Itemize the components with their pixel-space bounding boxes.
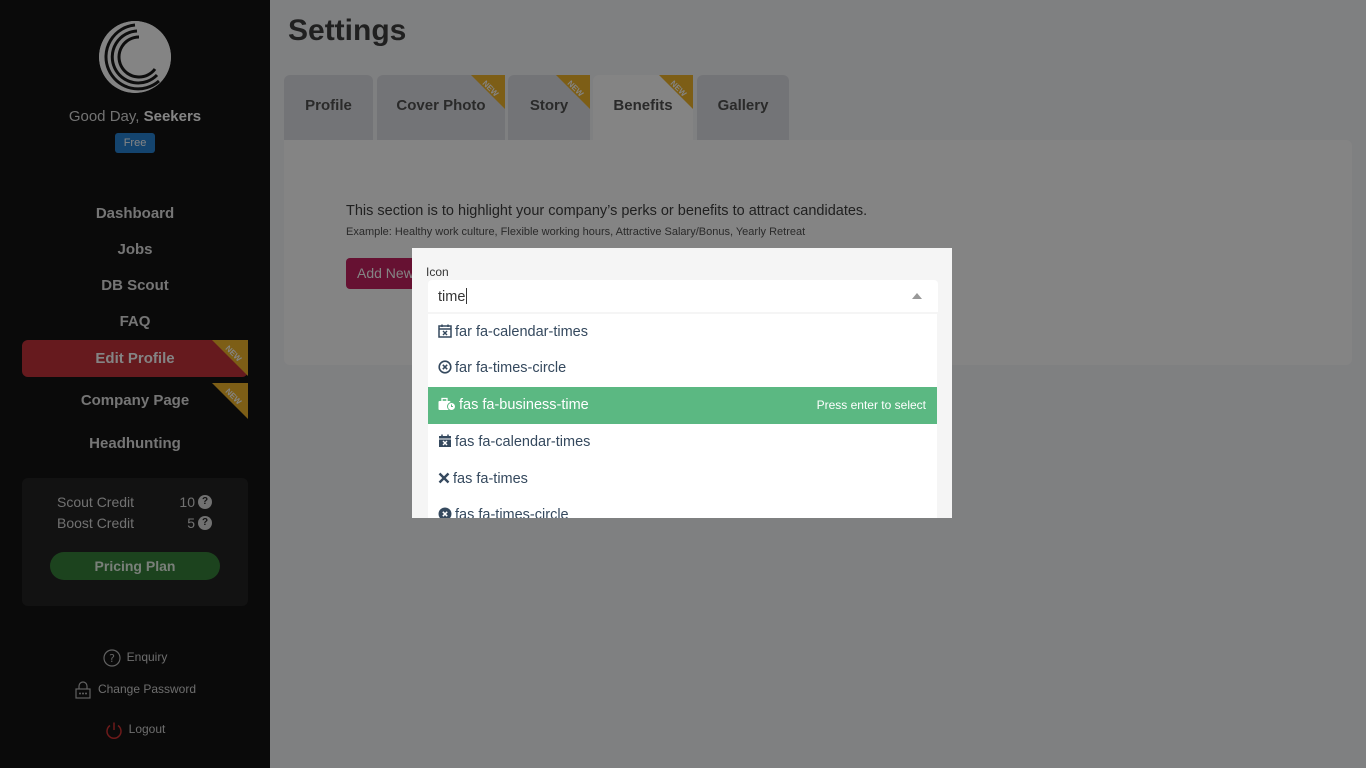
option-label: fas fa-calendar-times (455, 434, 591, 450)
icon-select-modal: Icon time far fa-calendar-times far fa-t… (412, 248, 952, 518)
option-far-calendar-times[interactable]: far fa-calendar-times (428, 314, 937, 351)
icon-search-text: time (438, 289, 466, 305)
option-fas-times-circle[interactable]: fas fa-times-circle (428, 497, 937, 518)
text-caret (466, 288, 468, 304)
option-label: fas fa-times-circle (455, 507, 569, 518)
times-circle-solid-icon (438, 507, 452, 518)
option-label: far fa-calendar-times (455, 324, 588, 340)
times-circle-outline-icon (438, 360, 452, 374)
icon-field-label: Icon (426, 265, 449, 279)
icon-search-input[interactable]: time (428, 280, 938, 312)
business-time-icon (438, 397, 456, 411)
option-far-times-circle[interactable]: far fa-times-circle (428, 350, 937, 387)
times-icon (438, 472, 450, 484)
icon-options-list: far fa-calendar-times far fa-times-circl… (428, 314, 937, 518)
option-fas-times[interactable]: fas fa-times (428, 461, 937, 498)
option-fas-calendar-times[interactable]: fas fa-calendar-times (428, 424, 937, 461)
option-label: far fa-times-circle (455, 360, 567, 376)
icon-search-value: time (438, 288, 468, 305)
select-hint: Press enter to select (816, 398, 926, 412)
calendar-times-outline-icon (438, 324, 452, 338)
option-fas-business-time[interactable]: fas fa-business-time Press enter to sele… (428, 387, 937, 424)
calendar-times-solid-icon (439, 434, 451, 447)
option-label: fas fa-times (453, 471, 528, 487)
option-label: fas fa-business-time (459, 397, 589, 413)
caret-up-icon[interactable] (912, 293, 922, 299)
